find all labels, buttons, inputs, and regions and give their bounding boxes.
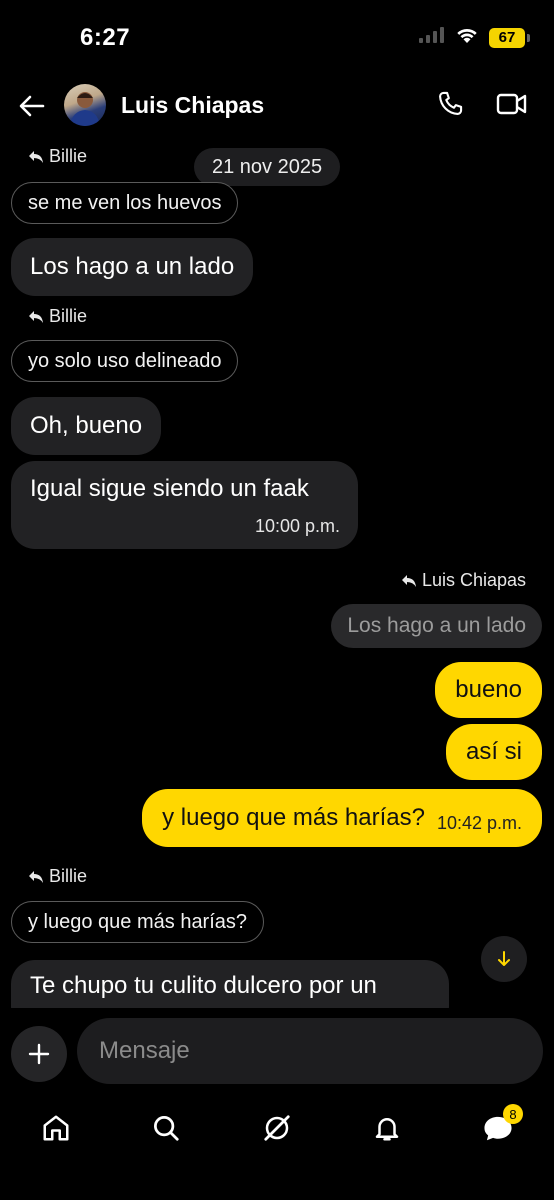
quoted-message[interactable]: Los hago a un lado (331, 604, 542, 648)
bell-icon (375, 1118, 399, 1141)
message-text: y luego que más harías? (162, 804, 425, 831)
scroll-to-bottom-button[interactable] (481, 936, 527, 982)
reply-icon (29, 310, 43, 323)
status-icons: 67 (419, 26, 530, 49)
quoted-message[interactable]: y luego que más harías? (11, 901, 265, 943)
reply-to-name: Billie (49, 306, 88, 326)
nav-search[interactable] (146, 1108, 186, 1148)
reply-to-name: Billie (49, 146, 88, 166)
attach-button[interactable] (11, 1026, 67, 1082)
battery-level: 67 (489, 27, 525, 48)
message-timestamp: 10:00 p.m. (254, 516, 340, 536)
search-icon (154, 1116, 179, 1141)
phone-icon (439, 91, 463, 115)
reply-indicator: Billie (28, 306, 87, 327)
back-button[interactable] (16, 90, 48, 122)
call-button[interactable] (436, 90, 466, 120)
message-text: Igual sigue siendo un faak (30, 475, 309, 502)
composer (0, 1018, 554, 1086)
reply-indicator: Billie (28, 146, 87, 167)
reply-icon (401, 574, 416, 587)
battery-indicator: 67 (489, 27, 530, 48)
quoted-message[interactable]: se me ven los huevos (11, 182, 239, 224)
video-icon (496, 93, 527, 115)
reply-icon (29, 870, 43, 883)
date-chip: 21 nov 2025 (194, 148, 341, 186)
plus-icon (28, 1043, 50, 1065)
home-icon (43, 1115, 69, 1141)
nav-grok[interactable] (257, 1108, 297, 1148)
signal-icon (419, 27, 445, 48)
reply-to-name: Billie (49, 866, 88, 886)
message-timestamp: 10:42 p.m. (436, 812, 522, 833)
status-time: 6:27 (80, 24, 131, 51)
reply-indicator: Luis Chiapas (401, 570, 526, 591)
reply-to-name: Luis Chiapas (421, 570, 526, 590)
incoming-message[interactable]: Te chupo tu culito dulcero por un (11, 960, 449, 1008)
bottom-navigation (0, 1100, 554, 1200)
reply-icon (29, 150, 43, 163)
contact-name[interactable]: Luis Chiapas (121, 92, 264, 119)
outgoing-message[interactable]: así si (445, 724, 542, 780)
message-input[interactable] (77, 1018, 543, 1084)
nav-notifications[interactable] (367, 1108, 407, 1148)
incoming-message[interactable]: Los hago a un lado (11, 238, 254, 296)
messages-badge: 8 (503, 1104, 523, 1124)
grok-icon (264, 1115, 290, 1141)
outgoing-message[interactable]: y luego que más harías? 10:42 p.m. (142, 789, 542, 847)
status-bar: 6:27 67 (0, 0, 554, 72)
outgoing-message[interactable]: bueno (435, 662, 542, 718)
nav-home[interactable] (36, 1108, 76, 1148)
avatar[interactable] (64, 84, 106, 126)
incoming-message[interactable]: Igual sigue siendo un faak 10:00 p.m. (11, 461, 358, 549)
battery-cap (527, 33, 530, 42)
back-arrow-icon (19, 95, 45, 117)
chevron-down-icon (498, 951, 510, 966)
quoted-message[interactable]: yo solo uso delineado (11, 340, 239, 382)
message-clip: Te chupo tu culito dulcero por un (0, 960, 554, 1008)
video-call-button[interactable] (496, 90, 530, 120)
reply-indicator: Billie (28, 866, 87, 887)
incoming-message[interactable]: Oh, bueno (11, 397, 162, 455)
wifi-icon (455, 26, 479, 49)
chat-header: Luis Chiapas (0, 74, 554, 136)
